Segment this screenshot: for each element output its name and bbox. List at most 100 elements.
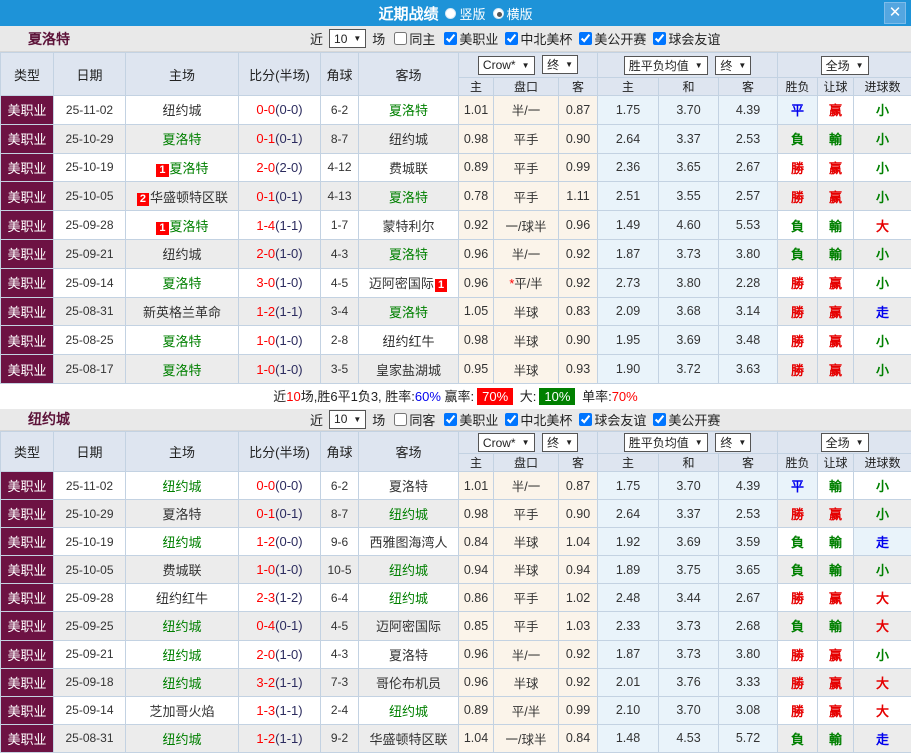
- same-venue-checkbox-input[interactable]: [394, 412, 408, 426]
- match-row: 美职业 25-10-05 2 华盛顿特区联 0-1(0-1) 4-13 夏洛特 0.78 平手 1…: [0, 181, 911, 212]
- competition-checkbox[interactable]: 美公开赛: [646, 410, 720, 429]
- competition-checkbox[interactable]: 美公开赛: [572, 29, 646, 48]
- avg-odds-select[interactable]: 胜平负均值 ▼: [623, 432, 708, 452]
- away-team-cell: 纽约城: [358, 499, 459, 529]
- same-venue-checkbox[interactable]: 同主: [387, 29, 435, 48]
- fullmatch-select[interactable]: 全场 ▼: [820, 432, 869, 452]
- eu-away-odds-cell: 3.59: [718, 527, 779, 557]
- same-venue-checkbox[interactable]: 同客: [387, 410, 435, 429]
- competition-checkbox[interactable]: 美职业: [437, 29, 498, 48]
- eu-home-odds-cell: 2.64: [597, 123, 660, 154]
- col-home: 主场: [125, 52, 239, 96]
- away-team-cell: 夏洛特: [358, 639, 459, 669]
- home-team-name: 纽约城: [162, 647, 202, 663]
- asian-home-odds-cell: 0.98: [458, 325, 494, 356]
- result-cell: 勝: [777, 325, 819, 356]
- corner-cell: 4-3: [320, 639, 359, 669]
- same-venue-checkbox-input[interactable]: [394, 32, 408, 45]
- eu-away-odds-cell: 5.72: [718, 723, 779, 753]
- goals-result-cell: 小: [853, 238, 911, 269]
- filter-controls: 近 10 ▼ 场 同主 美职业 中北美杯 美公开赛 球会友谊: [310, 29, 720, 48]
- competition-label: 球会友谊: [668, 32, 721, 47]
- result-cell: 勝: [777, 695, 819, 725]
- away-team-name: 皇家盐湖城: [375, 362, 441, 378]
- match-row: 美职业 25-09-25 纽约城 0-4(0-1) 4-5 迈阿密国际 0.85 平手 1.03…: [0, 611, 911, 641]
- result-cell: 勝: [777, 267, 819, 298]
- eu-home-odds-cell: 2.36: [597, 152, 660, 183]
- away-team-cell: 费城联: [358, 152, 459, 183]
- date-cell: 25-11-02: [53, 95, 126, 125]
- result-cell: 平: [777, 470, 819, 501]
- competition-checkbox[interactable]: 中北美杯: [498, 29, 572, 48]
- handicap-cell: *平/半: [493, 267, 559, 298]
- fulltime-score: 0-4: [256, 618, 276, 634]
- home-team-name: 纽约城: [162, 619, 202, 635]
- col-eu-away: 客: [718, 452, 779, 472]
- eu-home-odds-cell: 1.90: [597, 354, 660, 384]
- away-team-name: 纽约城: [388, 591, 428, 607]
- bookmaker-select[interactable]: Crow* ▼: [477, 55, 535, 75]
- fulltime-score: 0-1: [256, 506, 276, 522]
- competition-checkbox-input[interactable]: [579, 32, 593, 45]
- competition-checkbox-input[interactable]: [505, 32, 519, 45]
- final-odds-select[interactable]: 终 ▼: [542, 432, 579, 452]
- away-team-name: 夏洛特: [388, 247, 428, 263]
- col-eu-draw: 和: [658, 77, 720, 96]
- avg-odds-select[interactable]: 胜平负均值 ▼: [623, 55, 708, 75]
- goals-result-cell: 走: [853, 296, 911, 327]
- radio-unselected-icon[interactable]: [445, 7, 457, 19]
- competition-checkbox-input[interactable]: [653, 32, 667, 45]
- layout-radio-horizontal[interactable]: 横版: [492, 4, 533, 23]
- col-away: 客场: [358, 52, 459, 96]
- competition-checkbox-input[interactable]: [444, 32, 458, 45]
- match-row: 美职业 25-09-14 夏洛特 3-0(1-0) 4-5 迈阿密国际 1 0.96 *平/半 0…: [0, 267, 911, 298]
- final-odds-select[interactable]: 终 ▼: [542, 55, 579, 75]
- recent-count-select[interactable]: 10 ▼: [329, 29, 367, 48]
- fulltime-score: 3-0: [256, 275, 276, 291]
- handicap-result-cell: 赢: [817, 639, 855, 669]
- rank-badge: 1: [156, 221, 169, 235]
- close-icon[interactable]: ✕: [884, 2, 906, 24]
- competition-checkbox[interactable]: 球会友谊: [646, 29, 720, 48]
- competition-checkbox[interactable]: 美职业: [437, 410, 498, 429]
- final-odds-select-2[interactable]: 终 ▼: [715, 432, 752, 452]
- handicap-cell: 半/一: [493, 639, 559, 669]
- halftime-score: (0-1): [275, 188, 303, 204]
- fullmatch-select[interactable]: 全场 ▼: [820, 55, 869, 75]
- competition-checkbox-input[interactable]: [653, 412, 667, 426]
- halftime-score: (2-0): [275, 159, 303, 175]
- halftime-score: (1-0): [275, 332, 303, 348]
- handicap-result-cell: 赢: [817, 499, 855, 529]
- handicap-cell: 平手: [493, 152, 559, 183]
- match-row: 美职业 25-10-29 夏洛特 0-1(0-1) 8-7 纽约城 0.98 平手 0.90 2.…: [0, 123, 911, 154]
- home-team-name: 夏洛特: [162, 276, 202, 292]
- eu-draw-odds-cell: 3.69: [658, 325, 720, 356]
- eu-home-odds-cell: 1.87: [597, 238, 660, 269]
- competition-checkbox-input[interactable]: [444, 412, 458, 426]
- competition-checkbox-input[interactable]: [505, 412, 519, 426]
- corner-cell: 6-4: [320, 583, 359, 613]
- eu-home-odds-cell: 1.87: [597, 639, 660, 669]
- halftime-score: (1-0): [275, 275, 303, 291]
- layout-radio-vertical[interactable]: 竖版: [445, 4, 486, 23]
- goals-result-cell: 小: [853, 499, 911, 529]
- away-team-cell: 夏洛特: [358, 470, 459, 501]
- recent-count-select[interactable]: 10 ▼: [329, 409, 367, 429]
- competition-checkbox[interactable]: 中北美杯: [498, 410, 572, 429]
- bookmaker-select[interactable]: Crow* ▼: [477, 433, 535, 453]
- corner-cell: 3-4: [320, 296, 359, 327]
- competition-checkbox[interactable]: 球会友谊: [572, 410, 646, 429]
- eu-home-odds-cell: 1.75: [597, 95, 660, 125]
- competition-label: 美职业: [459, 412, 499, 428]
- eu-draw-odds-cell: 3.37: [658, 123, 720, 154]
- filter-controls: 近 10 ▼ 场 同客 美职业 中北美杯 球会友谊 美公开赛: [310, 409, 720, 429]
- corner-cell: 8-7: [320, 123, 359, 154]
- asian-home-odds-cell: 0.96: [458, 267, 494, 298]
- goals-result-cell: 小: [853, 267, 911, 298]
- final-odds-select-2[interactable]: 终 ▼: [715, 55, 752, 75]
- handicap-cell: 半球: [493, 527, 559, 557]
- fulltime-score: 0-0: [256, 102, 276, 118]
- radio-selected-icon[interactable]: [492, 7, 504, 19]
- competition-checkbox-input[interactable]: [579, 412, 593, 426]
- goals-result-cell: 大: [853, 210, 911, 240]
